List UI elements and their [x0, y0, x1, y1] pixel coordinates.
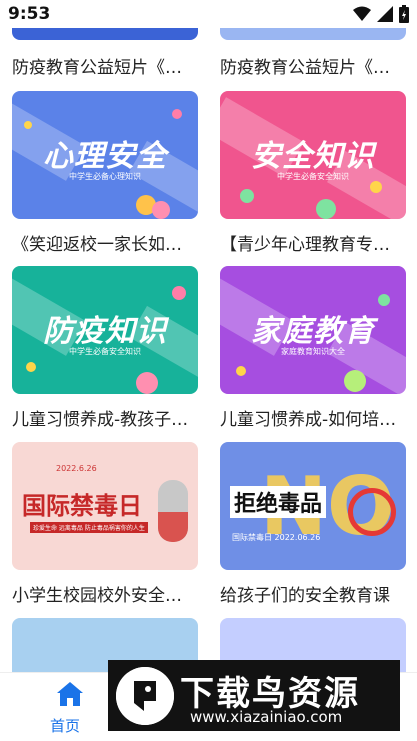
video-title: 防疫教育公益短片《…: [220, 58, 390, 78]
banner-title: 家庭教育: [251, 314, 375, 349]
nav-home-label: 首页: [50, 717, 81, 735]
video-title: 《笑迎返校一家长如…: [12, 235, 182, 255]
no-drugs-icon: [348, 488, 396, 536]
banner-subtitle: 中学生必备安全知识: [277, 172, 349, 181]
banner-title: 防疫知识: [43, 314, 167, 349]
banner-subtitle: 中学生必备安全知识: [69, 347, 141, 356]
wifi-icon: [353, 6, 371, 21]
banner-subtitle: 中学生必备心理知识: [69, 172, 141, 181]
banner-subtitle: 珍爱生命 远离毒品 防止毒品祸害你的人生: [30, 522, 148, 533]
video-thumbnail: 心理安全 中学生必备心理知识: [12, 91, 198, 219]
bird-logo-icon: [116, 667, 174, 725]
banner-title: 心理安全: [43, 139, 167, 174]
video-feed: 防疫教育公益短片《… 防疫教育公益短片《… 心理安全 中学生必备心理知识 《笑迎…: [0, 0, 417, 680]
video-thumbnail: NO 拒绝毒品 国际禁毒日 2022.06.26: [220, 442, 406, 570]
banner-subtitle: 国际禁毒日 2022.06.26: [232, 533, 321, 542]
banner-title: 拒绝毒品: [230, 486, 327, 518]
video-title: 给孩子们的安全教育课: [220, 586, 390, 606]
video-title: 防疫教育公益短片《…: [12, 58, 182, 78]
status-time: 9:53: [8, 4, 51, 24]
banner-title: 国际禁毒日: [22, 492, 142, 520]
video-title: 小学生校园校外安全…: [12, 586, 182, 606]
video-title: 【青少年心理教育专…: [220, 235, 390, 255]
video-thumbnail: 2022.6.26 国际禁毒日 珍爱生命 远离毒品 防止毒品祸害你的人生: [12, 442, 198, 570]
battery-icon: [399, 5, 409, 23]
banner-subtitle: 家庭教育知识大全: [281, 347, 345, 356]
watermark-url: www.xiazainiao.com: [190, 708, 343, 726]
video-title: 儿童习惯养成-如何培…: [220, 410, 397, 430]
nav-home[interactable]: [48, 681, 92, 711]
home-icon: [57, 682, 83, 706]
video-thumbnail: 安全知识 中学生必备安全知识: [220, 91, 406, 219]
video-title: 儿童习惯养成-教孩子…: [12, 410, 189, 430]
banner-date: 2022.6.26: [56, 464, 97, 473]
video-thumbnail: 家庭教育 家庭教育知识大全: [220, 266, 406, 394]
status-bar: 9:53: [0, 0, 417, 28]
signal-icon: [377, 6, 393, 22]
banner-title: 安全知识: [251, 139, 375, 174]
video-thumbnail: 防疫知识 中学生必备安全知识: [12, 266, 198, 394]
watermark-banner: 下载鸟资源 www.xiazainiao.com: [108, 660, 400, 731]
